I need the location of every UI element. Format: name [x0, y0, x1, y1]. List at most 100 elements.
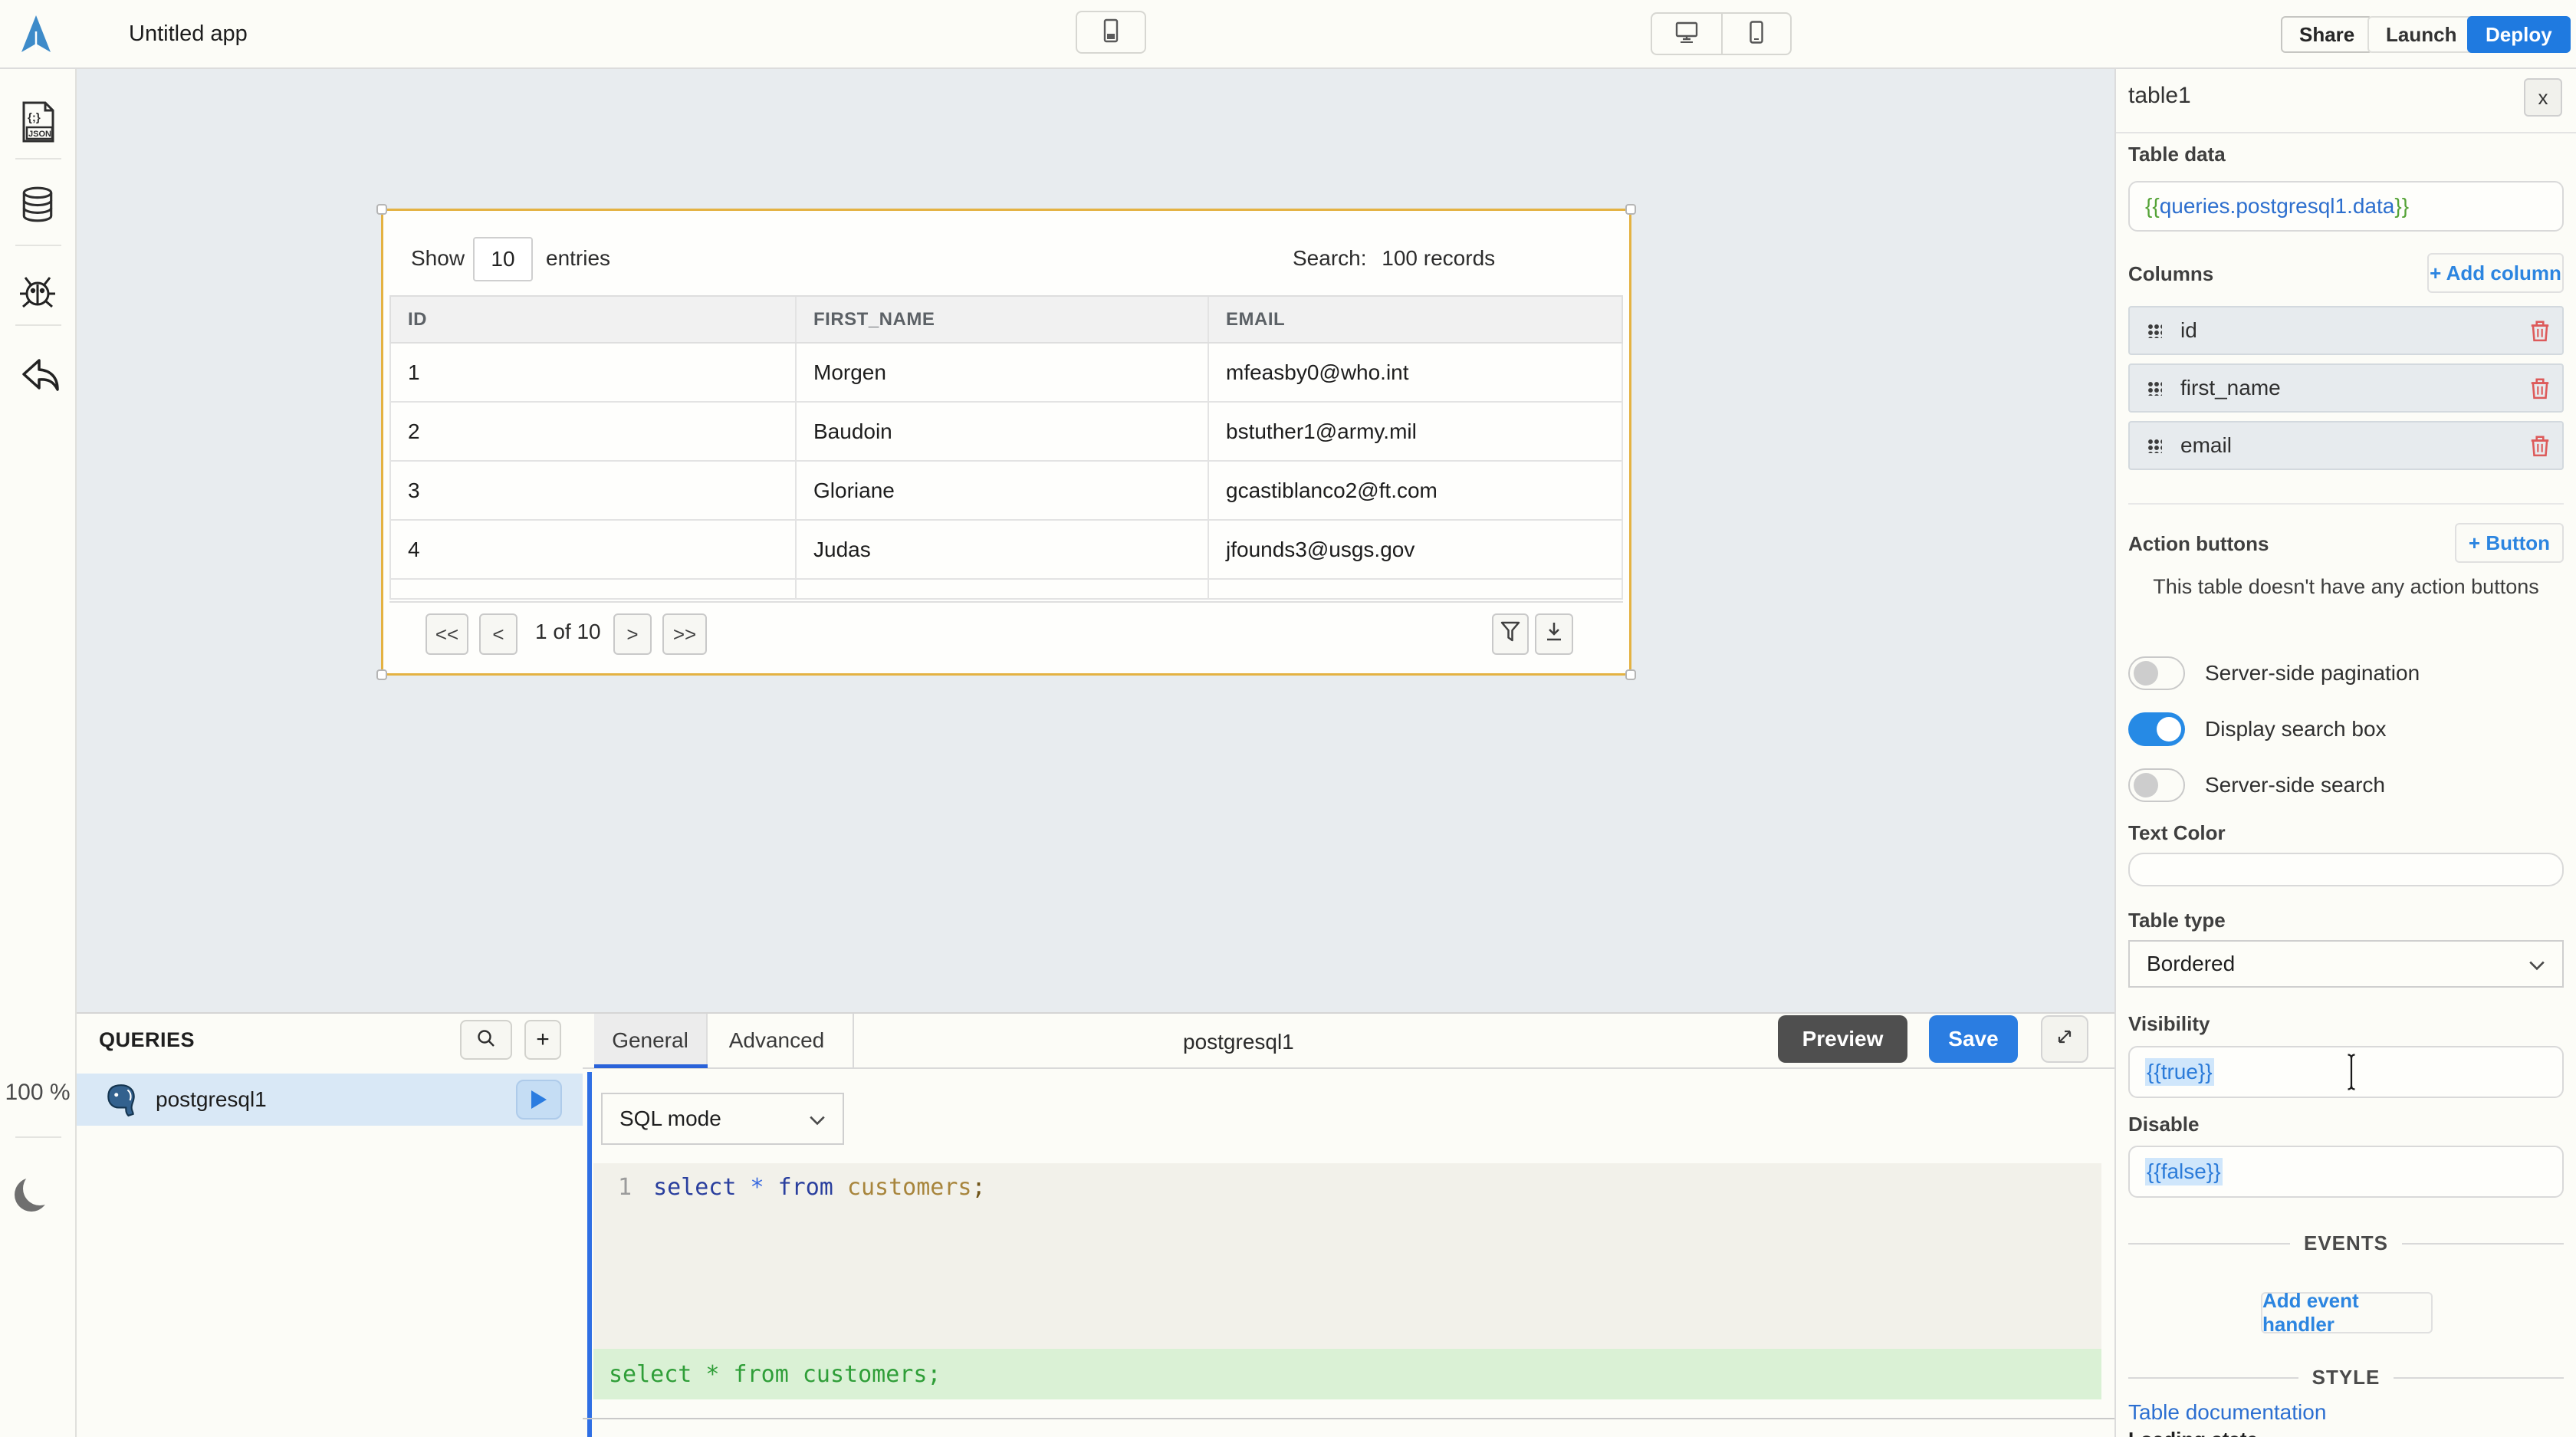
- server-side-search-toggle[interactable]: [2128, 768, 2185, 802]
- table-type-select[interactable]: Bordered: [2128, 940, 2564, 988]
- visibility-input[interactable]: {{true}}: [2128, 1046, 2564, 1098]
- search-icon: [475, 1028, 497, 1053]
- column-item-name: id: [2180, 318, 2197, 343]
- page-indicator: 1 of 10: [535, 620, 601, 644]
- close-pane-button[interactable]: x: [2524, 78, 2562, 117]
- server-side-pagination-label: Server-side pagination: [2205, 661, 2420, 686]
- table-cell[interactable]: 3: [391, 462, 797, 519]
- table-row[interactable]: 3 Gloriane gcastiblanco2@ft.com: [389, 462, 1623, 521]
- table-cell: [391, 580, 797, 598]
- column-header-id[interactable]: ID: [391, 297, 797, 342]
- canvas-size-button[interactable]: [1076, 11, 1146, 54]
- download-button[interactable]: [1535, 613, 1573, 655]
- deploy-button[interactable]: Deploy: [2467, 16, 2571, 53]
- search-queries-button[interactable]: [460, 1020, 512, 1060]
- columns-label: Columns: [2128, 262, 2213, 286]
- drag-handle-icon[interactable]: [2147, 380, 2162, 396]
- table-documentation-link[interactable]: Table documentation: [2128, 1400, 2326, 1425]
- share-button[interactable]: Share: [2281, 16, 2373, 53]
- preview-button[interactable]: Preview: [1778, 1015, 1907, 1063]
- tab-general[interactable]: General: [594, 1014, 708, 1067]
- table-cell[interactable]: 2: [391, 403, 797, 460]
- undo-arrow-icon[interactable]: [16, 354, 59, 398]
- column-item[interactable]: id: [2128, 306, 2564, 355]
- add-action-button[interactable]: + Button: [2455, 523, 2564, 563]
- table-row[interactable]: 2 Baudoin bstuther1@army.mil: [389, 403, 1623, 462]
- property-pane: table1 x Table data {{queries.postgresql…: [2114, 69, 2576, 1437]
- add-query-button[interactable]: +: [524, 1020, 561, 1060]
- filter-button[interactable]: [1492, 613, 1529, 655]
- last-page-button[interactable]: >>: [662, 613, 707, 655]
- no-action-buttons-text: This table doesn't have any action butto…: [2116, 575, 2576, 599]
- first-page-button[interactable]: <<: [426, 613, 468, 655]
- tab-divider: [853, 1014, 854, 1067]
- table-cell[interactable]: Gloriane: [797, 462, 1209, 519]
- drag-handle-icon[interactable]: [2147, 438, 2162, 453]
- database-icon[interactable]: [18, 186, 57, 228]
- rail-divider: [15, 158, 61, 159]
- table-cell[interactable]: Judas: [797, 521, 1209, 578]
- save-button[interactable]: Save: [1929, 1015, 2018, 1063]
- display-search-box-toggle[interactable]: [2128, 712, 2185, 746]
- query-mode-select[interactable]: SQL mode: [601, 1093, 844, 1145]
- appsmith-logo-icon[interactable]: [16, 13, 56, 60]
- table-row[interactable]: 1 Morgen mfeasby0@who.int: [389, 344, 1623, 403]
- delete-column-button[interactable]: [2530, 434, 2550, 457]
- resize-handle[interactable]: [1625, 204, 1636, 215]
- json-file-icon[interactable]: {;}JSON: [18, 100, 58, 148]
- table-data-input[interactable]: {{queries.postgresql1.data}}: [2128, 181, 2564, 232]
- launch-button[interactable]: Launch: [2367, 16, 2475, 53]
- desktop-view-button[interactable]: [1652, 14, 1721, 54]
- prev-page-button[interactable]: <: [479, 613, 518, 655]
- app-title[interactable]: Untitled app: [129, 21, 248, 47]
- search-label: Search:: [1293, 246, 1367, 270]
- sql-star: *: [751, 1174, 764, 1201]
- add-column-button[interactable]: + Add column: [2427, 253, 2564, 293]
- delete-column-button[interactable]: [2530, 319, 2550, 342]
- mobile-view-button[interactable]: [1721, 14, 1790, 54]
- table-cell[interactable]: 1: [391, 344, 797, 401]
- disable-value: {{false}}: [2145, 1158, 2223, 1185]
- svg-text:{;}: {;}: [28, 111, 41, 124]
- debug-bug-icon[interactable]: [17, 271, 58, 314]
- table-cell[interactable]: Baudoin: [797, 403, 1209, 460]
- resize-handle[interactable]: [376, 204, 387, 215]
- panel-resizer[interactable]: [587, 1072, 592, 1437]
- expand-diagonal-icon: [2053, 1025, 2076, 1054]
- resize-handle[interactable]: [376, 669, 387, 680]
- run-query-button[interactable]: [516, 1080, 562, 1120]
- dark-mode-moon-icon[interactable]: [23, 1172, 57, 1205]
- table-widget[interactable]: Show 10 entries Search: 100 records ID F…: [381, 209, 1631, 676]
- disable-input[interactable]: {{false}}: [2128, 1146, 2564, 1198]
- response-pane-divider[interactable]: [583, 1418, 2114, 1419]
- style-section-header: STYLE: [2128, 1366, 2564, 1389]
- resize-handle[interactable]: [1625, 669, 1636, 680]
- sql-code-editor[interactable]: 1select * from customers;: [593, 1163, 2101, 1349]
- table-cell[interactable]: Morgen: [797, 344, 1209, 401]
- table-cell[interactable]: gcastiblanco2@ft.com: [1209, 462, 1625, 519]
- table-cell[interactable]: 4: [391, 521, 797, 578]
- column-item[interactable]: first_name: [2128, 363, 2564, 413]
- table-search-box[interactable]: Search: 100 records: [1293, 246, 1495, 271]
- table-cell[interactable]: bstuther1@army.mil: [1209, 403, 1625, 460]
- table-row[interactable]: 4 Judas jfounds3@usgs.gov: [389, 521, 1623, 580]
- add-event-handler-button[interactable]: Add event handler: [2261, 1292, 2433, 1333]
- disable-label: Disable: [2128, 1113, 2200, 1136]
- widget-name-title[interactable]: table1: [2128, 83, 2191, 109]
- table-cell[interactable]: jfounds3@usgs.gov: [1209, 521, 1625, 578]
- column-header-email[interactable]: EMAIL: [1209, 297, 1625, 342]
- delete-column-button[interactable]: [2530, 377, 2550, 400]
- query-list-item[interactable]: postgresql1: [77, 1074, 583, 1126]
- clipped-next-label: Loading state: [2128, 1428, 2258, 1437]
- column-header-first-name[interactable]: FIRST_NAME: [797, 297, 1209, 342]
- text-color-input[interactable]: [2128, 853, 2564, 886]
- table-cell[interactable]: mfeasby0@who.int: [1209, 344, 1625, 401]
- device-toggle-group: [1651, 12, 1792, 55]
- column-item[interactable]: email: [2128, 421, 2564, 470]
- drag-handle-icon[interactable]: [2147, 323, 2162, 338]
- page-size-input[interactable]: 10: [473, 237, 533, 281]
- expand-editor-button[interactable]: [2041, 1015, 2088, 1063]
- server-side-pagination-toggle[interactable]: [2128, 656, 2185, 690]
- next-page-button[interactable]: >: [613, 613, 652, 655]
- tab-advanced[interactable]: Advanced: [708, 1014, 846, 1067]
